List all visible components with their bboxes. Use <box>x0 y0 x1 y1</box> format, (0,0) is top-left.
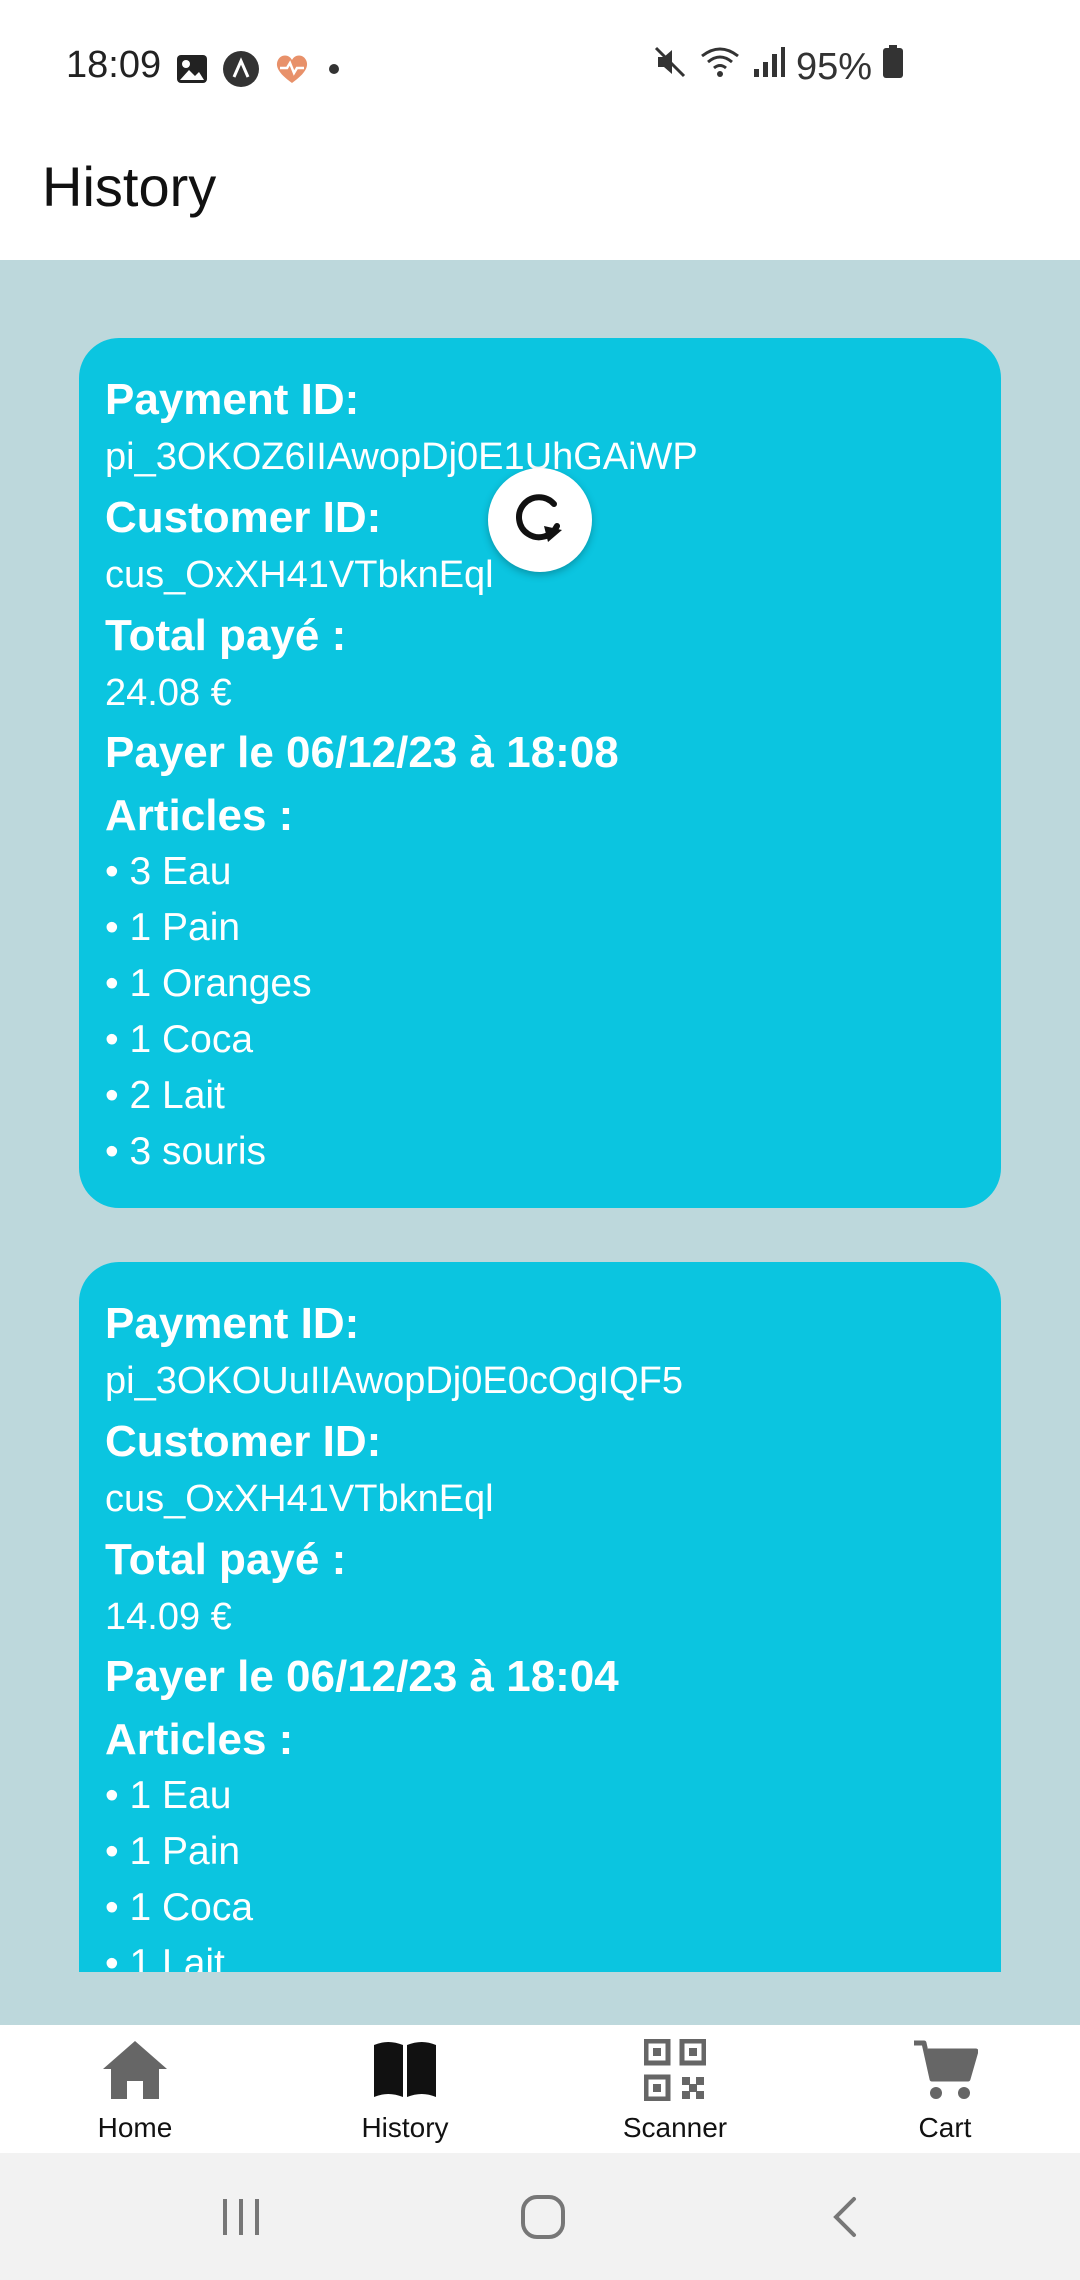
refresh-button[interactable] <box>488 468 592 572</box>
bottom-nav: Home History Scanner Cart <box>0 2025 1080 2153</box>
qr-code-icon <box>643 2038 707 2106</box>
book-icon <box>372 2039 438 2106</box>
nav-label: Cart <box>918 2112 972 2143</box>
total-label: Total payé : <box>105 611 347 660</box>
page-title: History <box>42 155 217 218</box>
status-bar: 18:09 95% <box>0 0 1080 130</box>
home-system-button[interactable] <box>513 2189 573 2249</box>
total-label: Total payé : <box>105 1535 347 1584</box>
nav-label: Home <box>97 2112 173 2143</box>
list-item: • 1 Coca <box>105 1018 254 1061</box>
nav-label: History <box>361 2112 449 2143</box>
heart-icon <box>274 53 310 90</box>
mute-icon <box>652 44 688 90</box>
cart-icon <box>912 2039 979 2106</box>
status-right: 95% <box>652 44 904 90</box>
signal-icon <box>752 45 786 89</box>
list-item: • 3 souris <box>105 1130 267 1173</box>
wifi-icon <box>698 44 742 90</box>
nav-scanner[interactable]: Scanner <box>540 2025 810 2153</box>
refresh-icon <box>510 488 570 553</box>
home-circle-icon <box>520 2194 566 2245</box>
recent-apps-icon <box>219 2197 263 2242</box>
customer-id-label: Customer ID: <box>105 1417 382 1466</box>
dot-icon <box>324 59 344 84</box>
app-icon <box>222 50 260 93</box>
status-time: 18:09 <box>66 44 162 86</box>
payment-card: Payment ID: pi_3OKOUuIIAwopDj0E0cOgIQF5 … <box>79 1262 1001 1972</box>
total-value: 14.09 € <box>105 1596 232 1638</box>
list-item: • 1 Oranges <box>105 962 312 1005</box>
payment-id-label: Payment ID: <box>105 1299 360 1348</box>
gallery-icon <box>176 54 208 89</box>
paid-on-text: Payer le 06/12/23 à 18:04 <box>105 1652 619 1701</box>
app-bar: History <box>0 130 1080 260</box>
nav-home[interactable]: Home <box>0 2025 270 2153</box>
list-item: • 1 Coca <box>105 1886 254 1929</box>
battery-icon <box>882 45 904 89</box>
status-left-icons <box>176 50 344 93</box>
list-item: • 3 Eau <box>105 850 232 893</box>
payment-id-label: Payment ID: <box>105 375 360 424</box>
list-item: • 1 Eau <box>105 1774 232 1817</box>
articles-label: Articles : <box>105 1715 294 1764</box>
home-icon <box>101 2039 169 2106</box>
system-nav-bar <box>0 2153 1080 2280</box>
battery-text: 95% <box>795 45 872 88</box>
nav-label: Scanner <box>622 2112 728 2143</box>
articles-label: Articles : <box>105 791 294 840</box>
list-item: • 2 Lait <box>105 1074 225 1117</box>
list-item: • 1 Pain <box>105 1830 241 1873</box>
paid-on-text: Payer le 06/12/23 à 18:08 <box>105 728 619 777</box>
customer-id-value: cus_OxXH41VTbknEql <box>105 1478 494 1520</box>
total-value: 24.08 € <box>105 672 232 714</box>
back-button[interactable] <box>815 2189 875 2249</box>
recent-apps-button[interactable] <box>211 2189 271 2249</box>
nav-history[interactable]: History <box>270 2025 540 2153</box>
nav-cart[interactable]: Cart <box>810 2025 1080 2153</box>
payment-id-value: pi_3OKOUuIIAwopDj0E0cOgIQF5 <box>105 1360 684 1402</box>
list-item: • 1 Lait <box>105 1942 225 1972</box>
back-icon <box>828 2195 862 2244</box>
list-item: • 1 Pain <box>105 906 241 949</box>
